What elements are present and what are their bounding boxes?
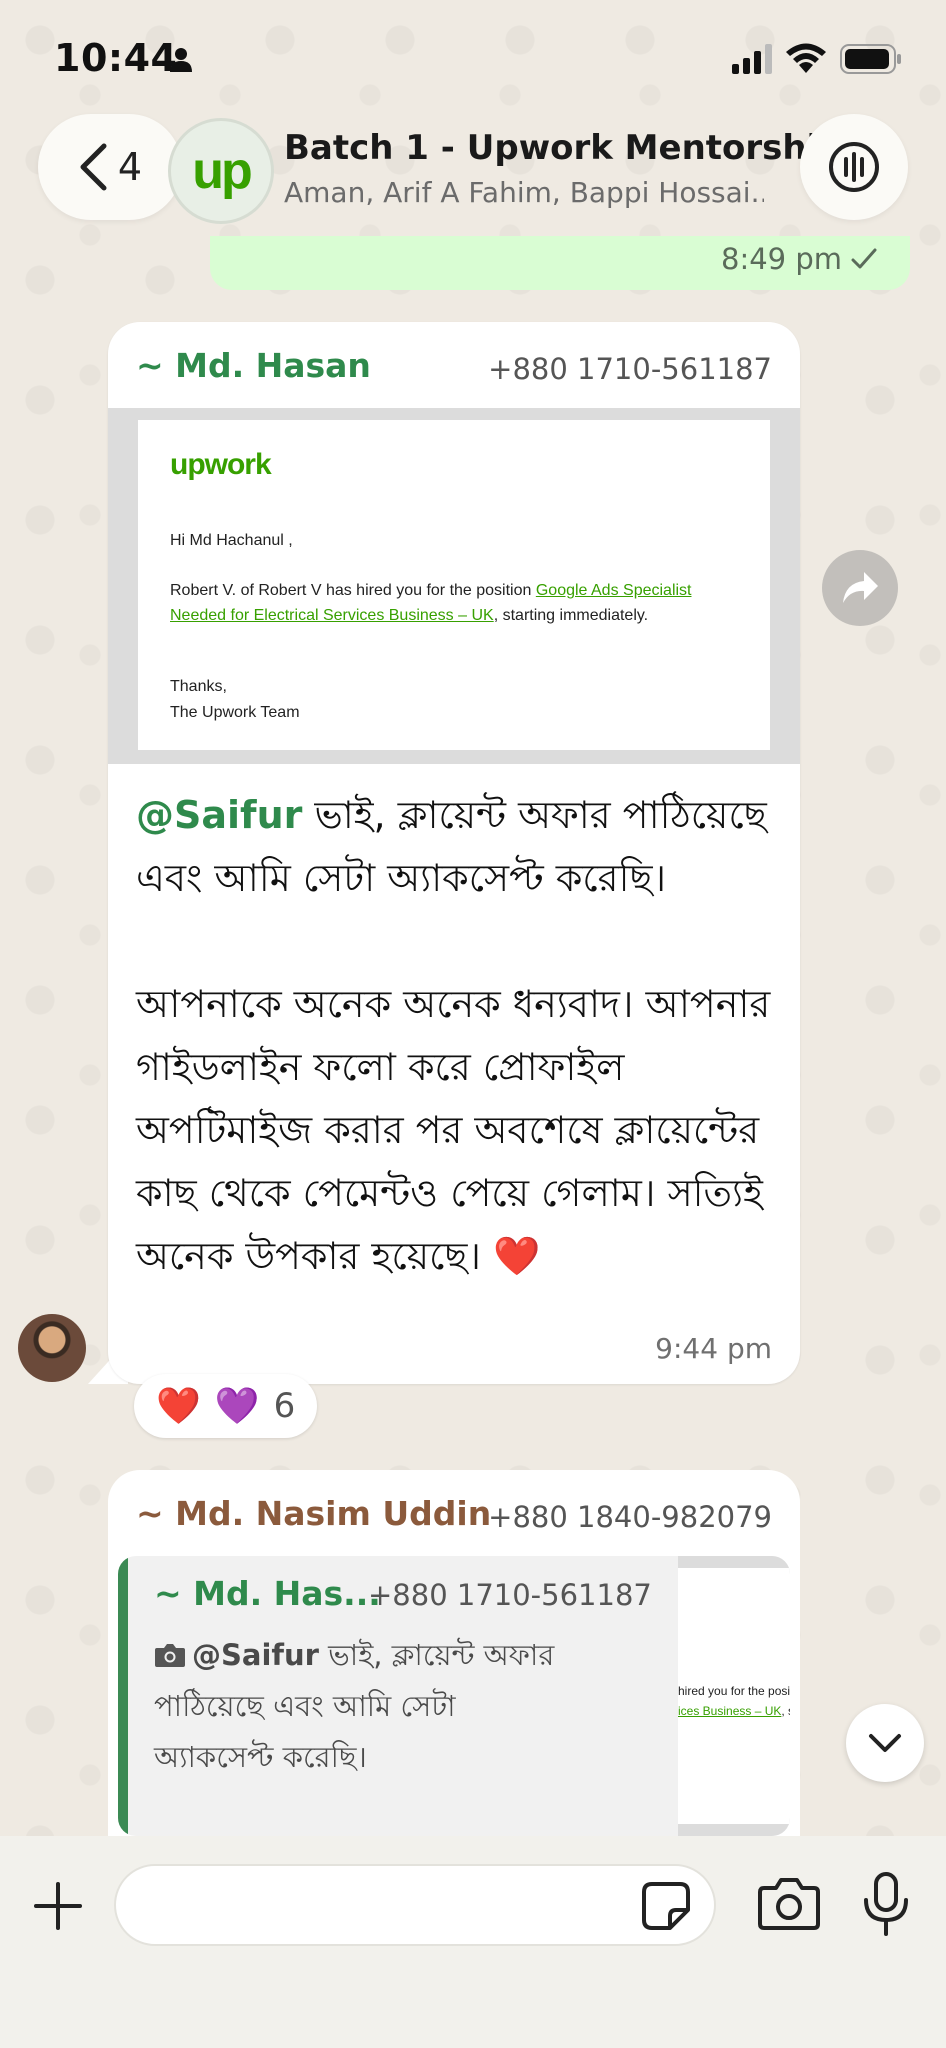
mention[interactable]: @Saifur bbox=[136, 793, 302, 837]
sticker-icon[interactable] bbox=[640, 1880, 692, 1932]
forward-button[interactable] bbox=[822, 550, 898, 626]
reaction-heart: ❤️ bbox=[156, 1386, 201, 1427]
group-members[interactable]: Aman, Arif A Fahim, Bappi Hossai... bbox=[284, 176, 764, 209]
audio-wave-icon bbox=[829, 142, 879, 192]
own-message-meta: 8:49 pm bbox=[721, 242, 878, 276]
voice-chat-button[interactable] bbox=[800, 114, 908, 220]
sender-name[interactable]: ~ Md. Hasan bbox=[136, 346, 371, 385]
message-bubble[interactable]: ~ Md. Nasim Uddin +880 1840-982079 ~ Md.… bbox=[108, 1470, 800, 1890]
status-bar: 10:44 bbox=[0, 0, 946, 118]
forward-icon bbox=[843, 572, 878, 603]
message-time: 8:49 pm bbox=[721, 242, 842, 276]
chevron-left-icon bbox=[80, 143, 107, 191]
sender-name[interactable]: ~ Md. Nasim Uddin bbox=[136, 1494, 491, 1533]
email-body: Robert V. of Robert V has hired you for … bbox=[170, 582, 692, 624]
plus-icon bbox=[34, 1882, 82, 1930]
quoted-sender: ~ Md. Has... bbox=[154, 1574, 381, 1613]
group-avatar[interactable]: up bbox=[168, 118, 274, 224]
scroll-to-bottom-button[interactable] bbox=[846, 1704, 924, 1782]
message-composer bbox=[0, 1836, 946, 2048]
microphone-icon[interactable] bbox=[862, 1872, 910, 1936]
quoted-mention: @Saifur bbox=[192, 1638, 319, 1672]
quoted-phone: +880 1710-561187 bbox=[368, 1578, 652, 1612]
sender-phone: +880 1840-982079 bbox=[488, 1500, 772, 1534]
chevron-down-icon bbox=[869, 1734, 901, 1752]
sender-avatar[interactable] bbox=[18, 1314, 86, 1382]
group-title[interactable]: Batch 1 - Upwork Mentorship bbox=[284, 128, 843, 168]
camera-icon bbox=[155, 1644, 185, 1667]
sender-phone: +880 1710-561187 bbox=[488, 352, 772, 386]
check-icon bbox=[851, 248, 877, 269]
email-preview: upwork Hi Md Hachanul , Robert V. of Rob… bbox=[138, 420, 770, 750]
upwork-logo: up bbox=[192, 142, 253, 200]
message-time: 9:44 pm bbox=[655, 1332, 772, 1365]
attach-button[interactable] bbox=[28, 1876, 88, 1936]
thumbnail-preview: hired you for the positi ices Business –… bbox=[678, 1568, 790, 1824]
chat-header: 4 up Batch 1 - Upwork Mentorship Aman, A… bbox=[0, 106, 946, 246]
reactions-bar[interactable]: ❤️ 💜 6 bbox=[134, 1374, 318, 1438]
person-icon bbox=[170, 48, 192, 72]
battery-icon bbox=[840, 44, 901, 74]
message-bubble[interactable]: ~ Md. Hasan +880 1710-561187 upwork Hi M… bbox=[108, 322, 800, 1384]
email-signoff: Thanks, The Upwork Team bbox=[170, 678, 300, 721]
email-image[interactable]: upwork Hi Md Hachanul , Robert V. of Rob… bbox=[108, 408, 800, 764]
email-greeting: Hi Md Hachanul , bbox=[170, 532, 293, 549]
wifi-icon bbox=[786, 43, 826, 73]
message-input[interactable] bbox=[114, 1864, 716, 1946]
unread-count: 4 bbox=[117, 145, 143, 189]
status-time: 10:44 bbox=[54, 36, 178, 80]
quoted-thumbnail: hired you for the positi ices Business –… bbox=[678, 1556, 790, 1836]
quoted-message[interactable]: ~ Md. Has... +880 1710-561187 @Saifur ভা… bbox=[118, 1556, 790, 1836]
back-button[interactable]: 4 bbox=[38, 114, 182, 220]
quoted-text: @Saifur ভাই, ক্লায়েন্ট অফার পাঠিয়েছে এ… bbox=[154, 1638, 555, 1774]
signal-icon bbox=[732, 44, 772, 74]
camera-icon[interactable] bbox=[758, 1876, 820, 1932]
message-text: @Saifur ভাই, ক্লায়েন্ট অফার পাঠিয়েছে এ… bbox=[136, 793, 771, 1278]
reaction-count: 6 bbox=[273, 1386, 296, 1426]
reaction-purple-heart: 💜 bbox=[214, 1386, 260, 1427]
upwork-wordmark: upwork bbox=[170, 448, 272, 481]
heart-emoji: ❤️ bbox=[493, 1234, 541, 1278]
quote-bar bbox=[118, 1556, 128, 1836]
